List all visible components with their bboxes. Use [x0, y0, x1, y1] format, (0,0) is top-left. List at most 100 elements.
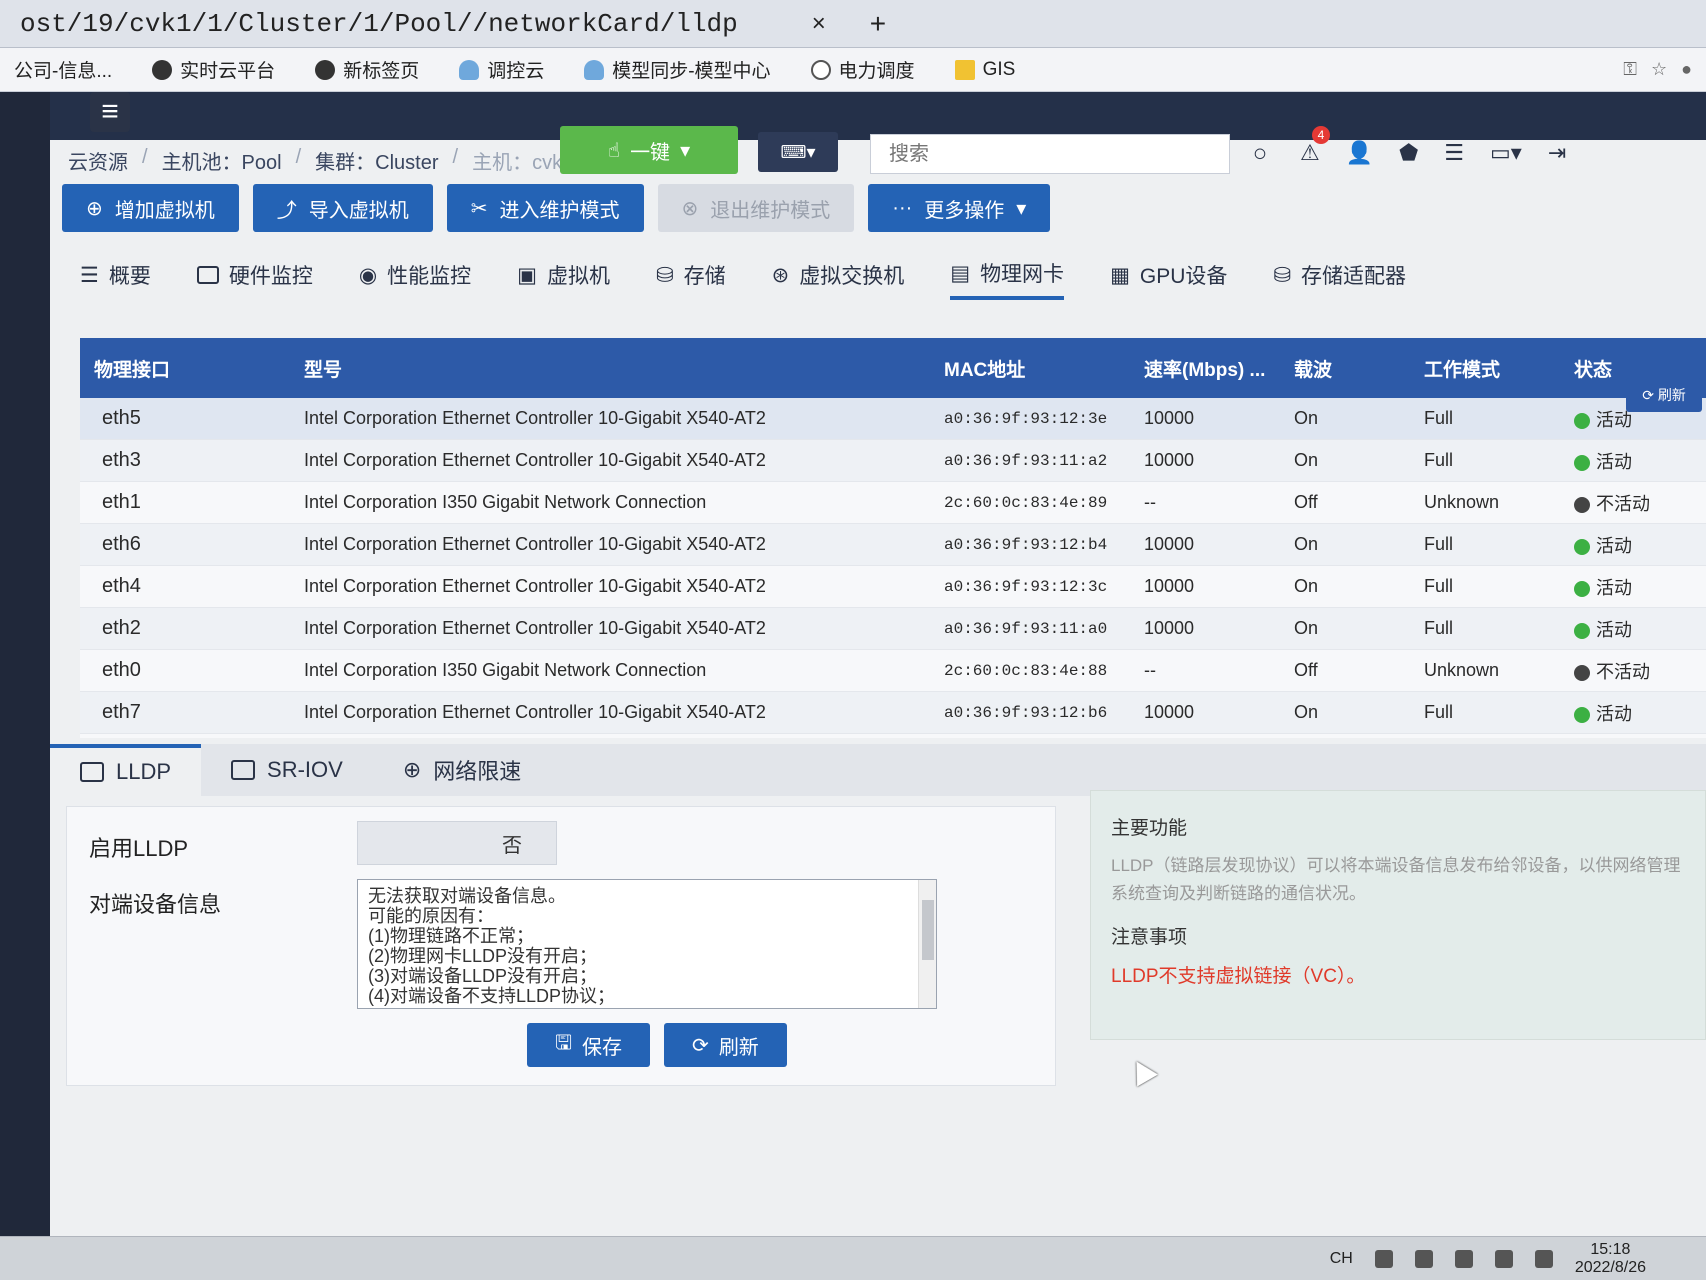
col-speed[interactable]: 速率(Mbps) ... — [1130, 355, 1280, 382]
bookmark-2[interactable]: 新标签页 — [315, 56, 419, 83]
search-input[interactable] — [870, 134, 1230, 174]
lldp-icon — [80, 762, 104, 782]
breadcrumb-cluster[interactable]: 集群：Cluster — [315, 146, 438, 175]
flag-icon[interactable] — [1534, 1249, 1553, 1268]
col-mode[interactable]: 工作模式 — [1410, 355, 1560, 382]
nic-sub-tabs: LLDP SR-IOV ⊕ 网络限速 — [50, 744, 1706, 796]
new-tab-icon[interactable]: + — [870, 8, 886, 40]
cell-model: Intel Corporation Ethernet Controller 10… — [304, 576, 766, 596]
import-vm-button[interactable]: ⤴ 导入虚拟机 — [252, 184, 433, 232]
cell-interface: eth0 — [102, 659, 141, 681]
tab-performance-monitor[interactable]: ◉ 性能监控 — [359, 258, 471, 300]
add-vm-button[interactable]: ⊕ 增加虚拟机 — [62, 184, 239, 232]
refresh-button[interactable]: ⟳ 刷新 — [664, 1023, 787, 1067]
close-tab-icon[interactable]: × — [812, 10, 826, 38]
tab-hardware-monitor[interactable]: 硬件监控 — [196, 258, 313, 300]
bookmark-6[interactable]: GIS — [954, 59, 1015, 81]
subtab-sriov[interactable]: SR-IOV — [201, 744, 373, 796]
cell-carrier: On — [1294, 534, 1319, 554]
col-interface[interactable]: 物理接口 — [80, 355, 290, 382]
status-dot-icon — [1574, 412, 1590, 429]
tab-overview[interactable]: ☰ 概要 — [80, 258, 151, 300]
tab-gpu[interactable]: ▦ GPU设备 — [1110, 258, 1227, 300]
url-text[interactable]: ost/19/cvk1/1/Cluster/1/Pool//networkCar… — [20, 9, 738, 39]
volume-icon[interactable] — [1494, 1249, 1513, 1268]
status-dot-icon — [1574, 496, 1590, 513]
table-row[interactable]: eth4 Intel Corporation Ethernet Controlle… — [80, 566, 1706, 608]
globe-icon — [315, 59, 336, 80]
cell-carrier: Off — [1294, 660, 1318, 680]
cell-mac: a0:36:9f:93:12:b6 — [944, 703, 1108, 722]
tab-physical-nic[interactable]: ▤ 物理网卡 — [950, 258, 1065, 300]
ime-indicator[interactable]: CH — [1330, 1250, 1353, 1268]
tab-storage-adapter[interactable]: ⛁ 存储适配器 — [1273, 258, 1406, 300]
cell-mode: Full — [1424, 576, 1454, 596]
col-carrier[interactable]: 载波 — [1280, 355, 1410, 382]
keyboard-icon[interactable] — [1374, 1249, 1393, 1268]
table-row[interactable]: eth7 Intel Corporation Ethernet Controlle… — [80, 692, 1706, 734]
nic-icon: ▤ — [950, 261, 971, 285]
database-icon: ⛁ — [656, 263, 674, 287]
breadcrumb-pool[interactable]: 主机池：Pool — [162, 146, 282, 175]
tab-vms[interactable]: ▣ 虚拟机 — [517, 258, 610, 300]
cloud-icon — [584, 59, 605, 80]
table-refresh-button[interactable]: ⟳ 刷新 — [1626, 378, 1702, 412]
bookmark-4[interactable]: 模型同步-模型中心 — [584, 56, 771, 83]
cell-speed: -- — [1144, 660, 1156, 680]
col-model[interactable]: 型号 — [290, 355, 930, 382]
exit-maintenance-button[interactable]: ⊗ 退出维护模式 — [657, 184, 855, 232]
list-icon[interactable]: ☰ — [1444, 140, 1464, 166]
keyboard-button[interactable]: ⌨ ▾ — [758, 132, 838, 172]
help-panel: 主要功能 LLDP（链路层发现协议）可以将本端设备信息发布给邻设备，以供网络管理… — [1090, 790, 1706, 1040]
cell-mac: a0:36:9f:93:11:a0 — [944, 619, 1108, 638]
bookmark-0[interactable]: 公司-信息... — [14, 56, 112, 83]
logout-icon[interactable]: ⇥ — [1548, 140, 1566, 166]
clock[interactable]: 15:18 2022/8/26 — [1575, 1241, 1646, 1277]
tab-vswitch[interactable]: ⊛ 虚拟交换机 — [772, 258, 905, 300]
table-row[interactable]: eth5 Intel Corporation Ethernet Controlle… — [80, 398, 1706, 440]
more-operations-button[interactable]: ··· 更多操作 ▾ — [868, 184, 1051, 232]
help-icon[interactable] — [1414, 1249, 1433, 1268]
breadcrumb-root[interactable]: 云资源 — [68, 146, 128, 175]
table-row[interactable]: eth2 Intel Corporation Ethernet Controlle… — [80, 608, 1706, 650]
save-button[interactable]: 🖫 保存 — [527, 1023, 651, 1067]
network-icon[interactable] — [1454, 1249, 1473, 1268]
bookmark-1[interactable]: 实时云平台 — [152, 56, 275, 83]
user-icon[interactable]: 👤 — [1346, 140, 1373, 166]
table-row[interactable]: eth0 Intel Corporation I350 Gigabit Netwo… — [80, 650, 1706, 692]
one-key-button[interactable]: ☝ 一键 ▾ — [560, 126, 738, 174]
enable-lldp-toggle[interactable]: 否 — [357, 821, 557, 865]
hamburger-menu-icon[interactable]: ≡ — [90, 92, 130, 132]
peer-info-textarea[interactable]: 无法获取对端设备信息。 可能的原因有： (1)物理链路不正常； (2)物理网卡L… — [357, 879, 937, 1009]
account-icon[interactable]: ● — [1681, 59, 1692, 80]
bookmark-3[interactable]: 调控云 — [459, 56, 544, 83]
gauge-icon: ◉ — [358, 263, 378, 287]
cell-carrier: On — [1294, 450, 1319, 470]
globe-icon — [152, 59, 173, 80]
cell-status: 活动 — [1560, 616, 1706, 642]
cell-speed: 10000 — [1144, 408, 1195, 428]
cell-model: Intel Corporation Ethernet Controller 10… — [304, 450, 766, 470]
left-rail — [0, 92, 50, 1280]
search-icon[interactable]: ○ — [1240, 134, 1280, 174]
cell-mode: Full — [1424, 408, 1454, 428]
subtab-lldp[interactable]: LLDP — [50, 744, 202, 796]
star-icon[interactable]: ☆ — [1651, 59, 1667, 80]
status-dot-icon — [1574, 538, 1590, 555]
table-row[interactable]: eth1 Intel Corporation I350 Gigabit Netwo… — [80, 482, 1706, 524]
cell-status: 活动 — [1560, 448, 1706, 474]
tab-storage[interactable]: ⛁ 存储 — [656, 258, 726, 300]
subtab-rate-limit[interactable]: ⊕ 网络限速 — [373, 744, 551, 796]
enter-maintenance-button[interactable]: ✂ 进入维护模式 — [446, 184, 644, 232]
col-mac[interactable]: MAC地址 — [930, 355, 1130, 382]
shirt-icon[interactable]: ⬟ — [1399, 140, 1418, 166]
monitor-icon[interactable]: ▭▾ — [1490, 140, 1522, 166]
cell-interface: eth2 — [102, 617, 141, 639]
alert-icon[interactable]: ⚠ 4 — [1300, 126, 1330, 166]
status-dot-icon — [1574, 580, 1590, 597]
bookmark-5[interactable]: 电力调度 — [810, 56, 915, 83]
textarea-scrollbar[interactable] — [918, 880, 936, 1008]
table-row[interactable]: eth3 Intel Corporation Ethernet Controlle… — [80, 440, 1706, 482]
key-icon[interactable]: ⚿ — [1623, 59, 1637, 80]
table-row[interactable]: eth6 Intel Corporation Ethernet Controlle… — [80, 524, 1706, 566]
